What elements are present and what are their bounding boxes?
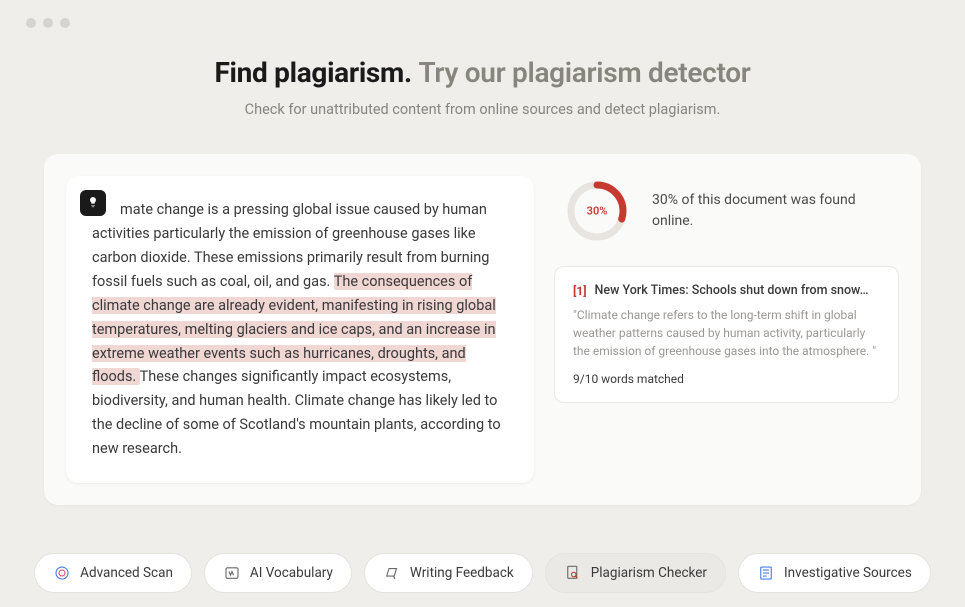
- page-title: Find plagiarism. Try our plagiarism dete…: [0, 56, 965, 89]
- tab-label: Advanced Scan: [80, 565, 173, 581]
- stats-text: 30% of this document was found online.: [652, 190, 887, 232]
- sources-icon: [757, 564, 775, 582]
- tab-ai-vocabulary[interactable]: AI Vocabulary: [204, 553, 352, 593]
- vocabulary-icon: [223, 564, 241, 582]
- title-bold: Find plagiarism.: [214, 56, 411, 89]
- window-dot: [26, 18, 36, 28]
- page-subtitle: Check for unattributed content from onli…: [0, 101, 965, 118]
- stats-row: 30% 30% of this document was found onlin…: [554, 180, 899, 242]
- document-text: mate change is a pressing global issue c…: [92, 198, 508, 461]
- document-panel: mate change is a pressing global issue c…: [66, 176, 534, 483]
- source-quote: "Climate change refers to the long-term …: [573, 306, 880, 360]
- results-column: 30% 30% of this document was found onlin…: [554, 176, 899, 483]
- text-after: These changes significantly impact ecosy…: [92, 368, 501, 457]
- percent-label: 30%: [587, 205, 608, 218]
- source-title: New York Times: Schools shut down from s…: [595, 283, 880, 298]
- ai-badge-icon: [80, 190, 106, 216]
- tab-label: Writing Feedback: [410, 565, 514, 581]
- source-number: [1]: [573, 284, 587, 298]
- source-card[interactable]: [1] New York Times: Schools shut down fr…: [554, 266, 899, 403]
- tab-label: Investigative Sources: [784, 565, 912, 581]
- tab-writing-feedback[interactable]: Writing Feedback: [364, 553, 533, 593]
- source-header: [1] New York Times: Schools shut down fr…: [573, 283, 880, 298]
- window-dot: [43, 18, 53, 28]
- page-header: Find plagiarism. Try our plagiarism dete…: [0, 28, 965, 118]
- tab-plagiarism-checker[interactable]: Plagiarism Checker: [545, 553, 726, 593]
- title-gray: Try our plagiarism detector: [418, 56, 750, 89]
- feedback-icon: [383, 564, 401, 582]
- window-controls: [0, 0, 965, 28]
- scan-icon: [53, 564, 71, 582]
- tab-label: Plagiarism Checker: [591, 565, 707, 581]
- tab-investigative-sources[interactable]: Investigative Sources: [738, 553, 931, 593]
- tab-label: AI Vocabulary: [250, 565, 333, 581]
- bottom-tabs: Advanced Scan AI Vocabulary Writing Feed…: [0, 553, 965, 593]
- main-panel: mate change is a pressing global issue c…: [44, 154, 921, 505]
- tab-advanced-scan[interactable]: Advanced Scan: [34, 553, 192, 593]
- source-match-count: 9/10 words matched: [573, 372, 880, 386]
- window-dot: [60, 18, 70, 28]
- plagiarism-icon: [564, 564, 582, 582]
- percent-donut: 30%: [566, 180, 628, 242]
